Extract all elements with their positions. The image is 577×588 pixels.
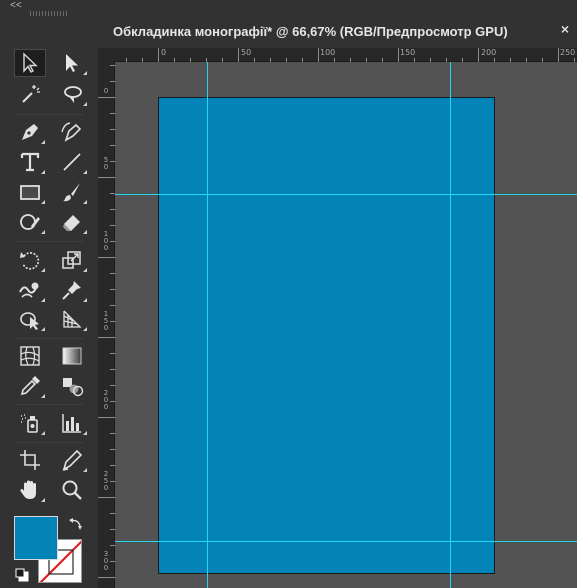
lasso-tool-icon [64,86,82,103]
collapse-panel-button[interactable]: << [10,1,22,11]
blend-tool[interactable] [56,372,88,400]
line-segment-tool[interactable] [56,148,88,176]
eyedropper-tool[interactable] [14,372,46,400]
lasso-tool[interactable] [56,80,88,108]
symbol-sprayer-tool-icon [21,414,38,433]
ruler-label: 50 [103,156,109,171]
horizontal-guide[interactable] [115,194,577,195]
close-document-button[interactable]: × [561,21,569,37]
ruler-label: 200 [103,389,109,411]
shaper-tool-icon [20,214,40,230]
pen-tool[interactable] [14,118,46,146]
paintbrush-tool-icon [63,183,80,202]
ruler-label: 150 [103,310,109,332]
ruler-label: 100 [103,230,109,252]
perspective-grid-tool-icon [63,310,82,328]
shaper-tool[interactable] [14,208,46,236]
ruler-label: 0 [161,48,167,57]
artboard-tool[interactable] [14,446,46,474]
ruler-label: 250 [560,48,576,57]
magic-wand-tool-icon [22,85,40,103]
curvature-tool[interactable] [56,118,88,146]
line-segment-tool-icon [63,153,81,171]
ruler-label: 300 [103,550,109,572]
ruler-label: 150 [400,48,416,57]
tools-panel: << [0,0,98,588]
fill-color-swatch[interactable] [14,516,58,560]
zoom-tool[interactable] [56,476,88,504]
rectangle-tool[interactable] [14,178,46,206]
hand-tool-icon [20,480,36,499]
horizontal-guide[interactable] [115,541,577,542]
type-tool[interactable] [14,148,46,176]
eraser-tool[interactable] [56,208,88,236]
ruler-label: 0 [103,87,109,95]
selection-tool-icon [23,52,38,73]
gradient-tool[interactable] [56,342,88,370]
zoom-tool-icon [62,480,82,500]
ruler-label: 100 [320,48,336,57]
document-title: Обкладинка монографії* @ 66,67% (RGB/Пре… [113,24,508,39]
vertical-guide[interactable] [450,62,451,588]
vertical-ruler[interactable]: 0 50 100 150 200 250 300 [98,62,115,588]
panel-grip[interactable] [30,11,68,16]
magic-wand-tool[interactable] [14,80,46,108]
artboard[interactable] [158,97,495,574]
eyedropper-tool-icon [20,376,40,396]
curvature-tool-icon [61,122,82,142]
rectangle-tool-icon [20,185,40,200]
rotate-tool-icon [20,252,40,270]
puppet-warp-tool-icon [62,281,81,300]
blend-tool-icon [63,378,84,397]
column-graph-tool-icon [62,414,81,433]
puppet-warp-tool[interactable] [56,276,88,304]
slice-tool-icon [62,449,83,471]
warp-tool[interactable] [14,276,46,304]
column-graph-tool[interactable] [56,409,88,437]
slice-tool[interactable] [56,446,88,474]
mesh-tool[interactable] [14,342,46,370]
vertical-guide[interactable] [207,62,208,588]
ruler-origin[interactable] [98,48,115,62]
shape-builder-tool-icon [20,312,39,330]
selection-tool[interactable] [14,49,46,77]
perspective-grid-tool[interactable] [56,305,88,333]
artboard-tool-icon [20,450,40,470]
swap-colors-icon[interactable] [68,516,84,532]
warp-tool-icon [19,282,39,298]
type-tool-icon [20,152,40,172]
direct-selection-tool-icon [66,54,78,72]
document-window: Обкладинка монографії* @ 66,67% (RGB/Пре… [98,0,577,588]
direct-selection-tool[interactable] [56,49,88,77]
scale-tool-icon [62,251,81,269]
default-colors-icon[interactable] [15,568,29,582]
ruler-label: 200 [481,48,497,57]
document-tab[interactable]: Обкладинка монографії* @ 66,67% (RGB/Пре… [98,0,577,48]
ruler-label: 50 [241,48,252,57]
horizontal-ruler[interactable]: 0 50 100 150 200 250 [115,48,577,62]
canvas-area[interactable] [115,62,577,588]
pen-tool-icon [22,124,38,140]
rotate-tool[interactable] [14,246,46,274]
symbol-sprayer-tool[interactable] [14,409,46,437]
mesh-tool-icon [20,346,40,366]
ruler-label: 250 [103,470,109,492]
shape-builder-tool[interactable] [14,305,46,333]
horizontal-ruler-ticks [126,48,575,62]
scale-tool[interactable] [56,246,88,274]
hand-tool[interactable] [14,476,46,504]
paintbrush-tool[interactable] [56,178,88,206]
gradient-tool-icon [62,347,82,365]
eraser-tool-icon [63,215,80,231]
